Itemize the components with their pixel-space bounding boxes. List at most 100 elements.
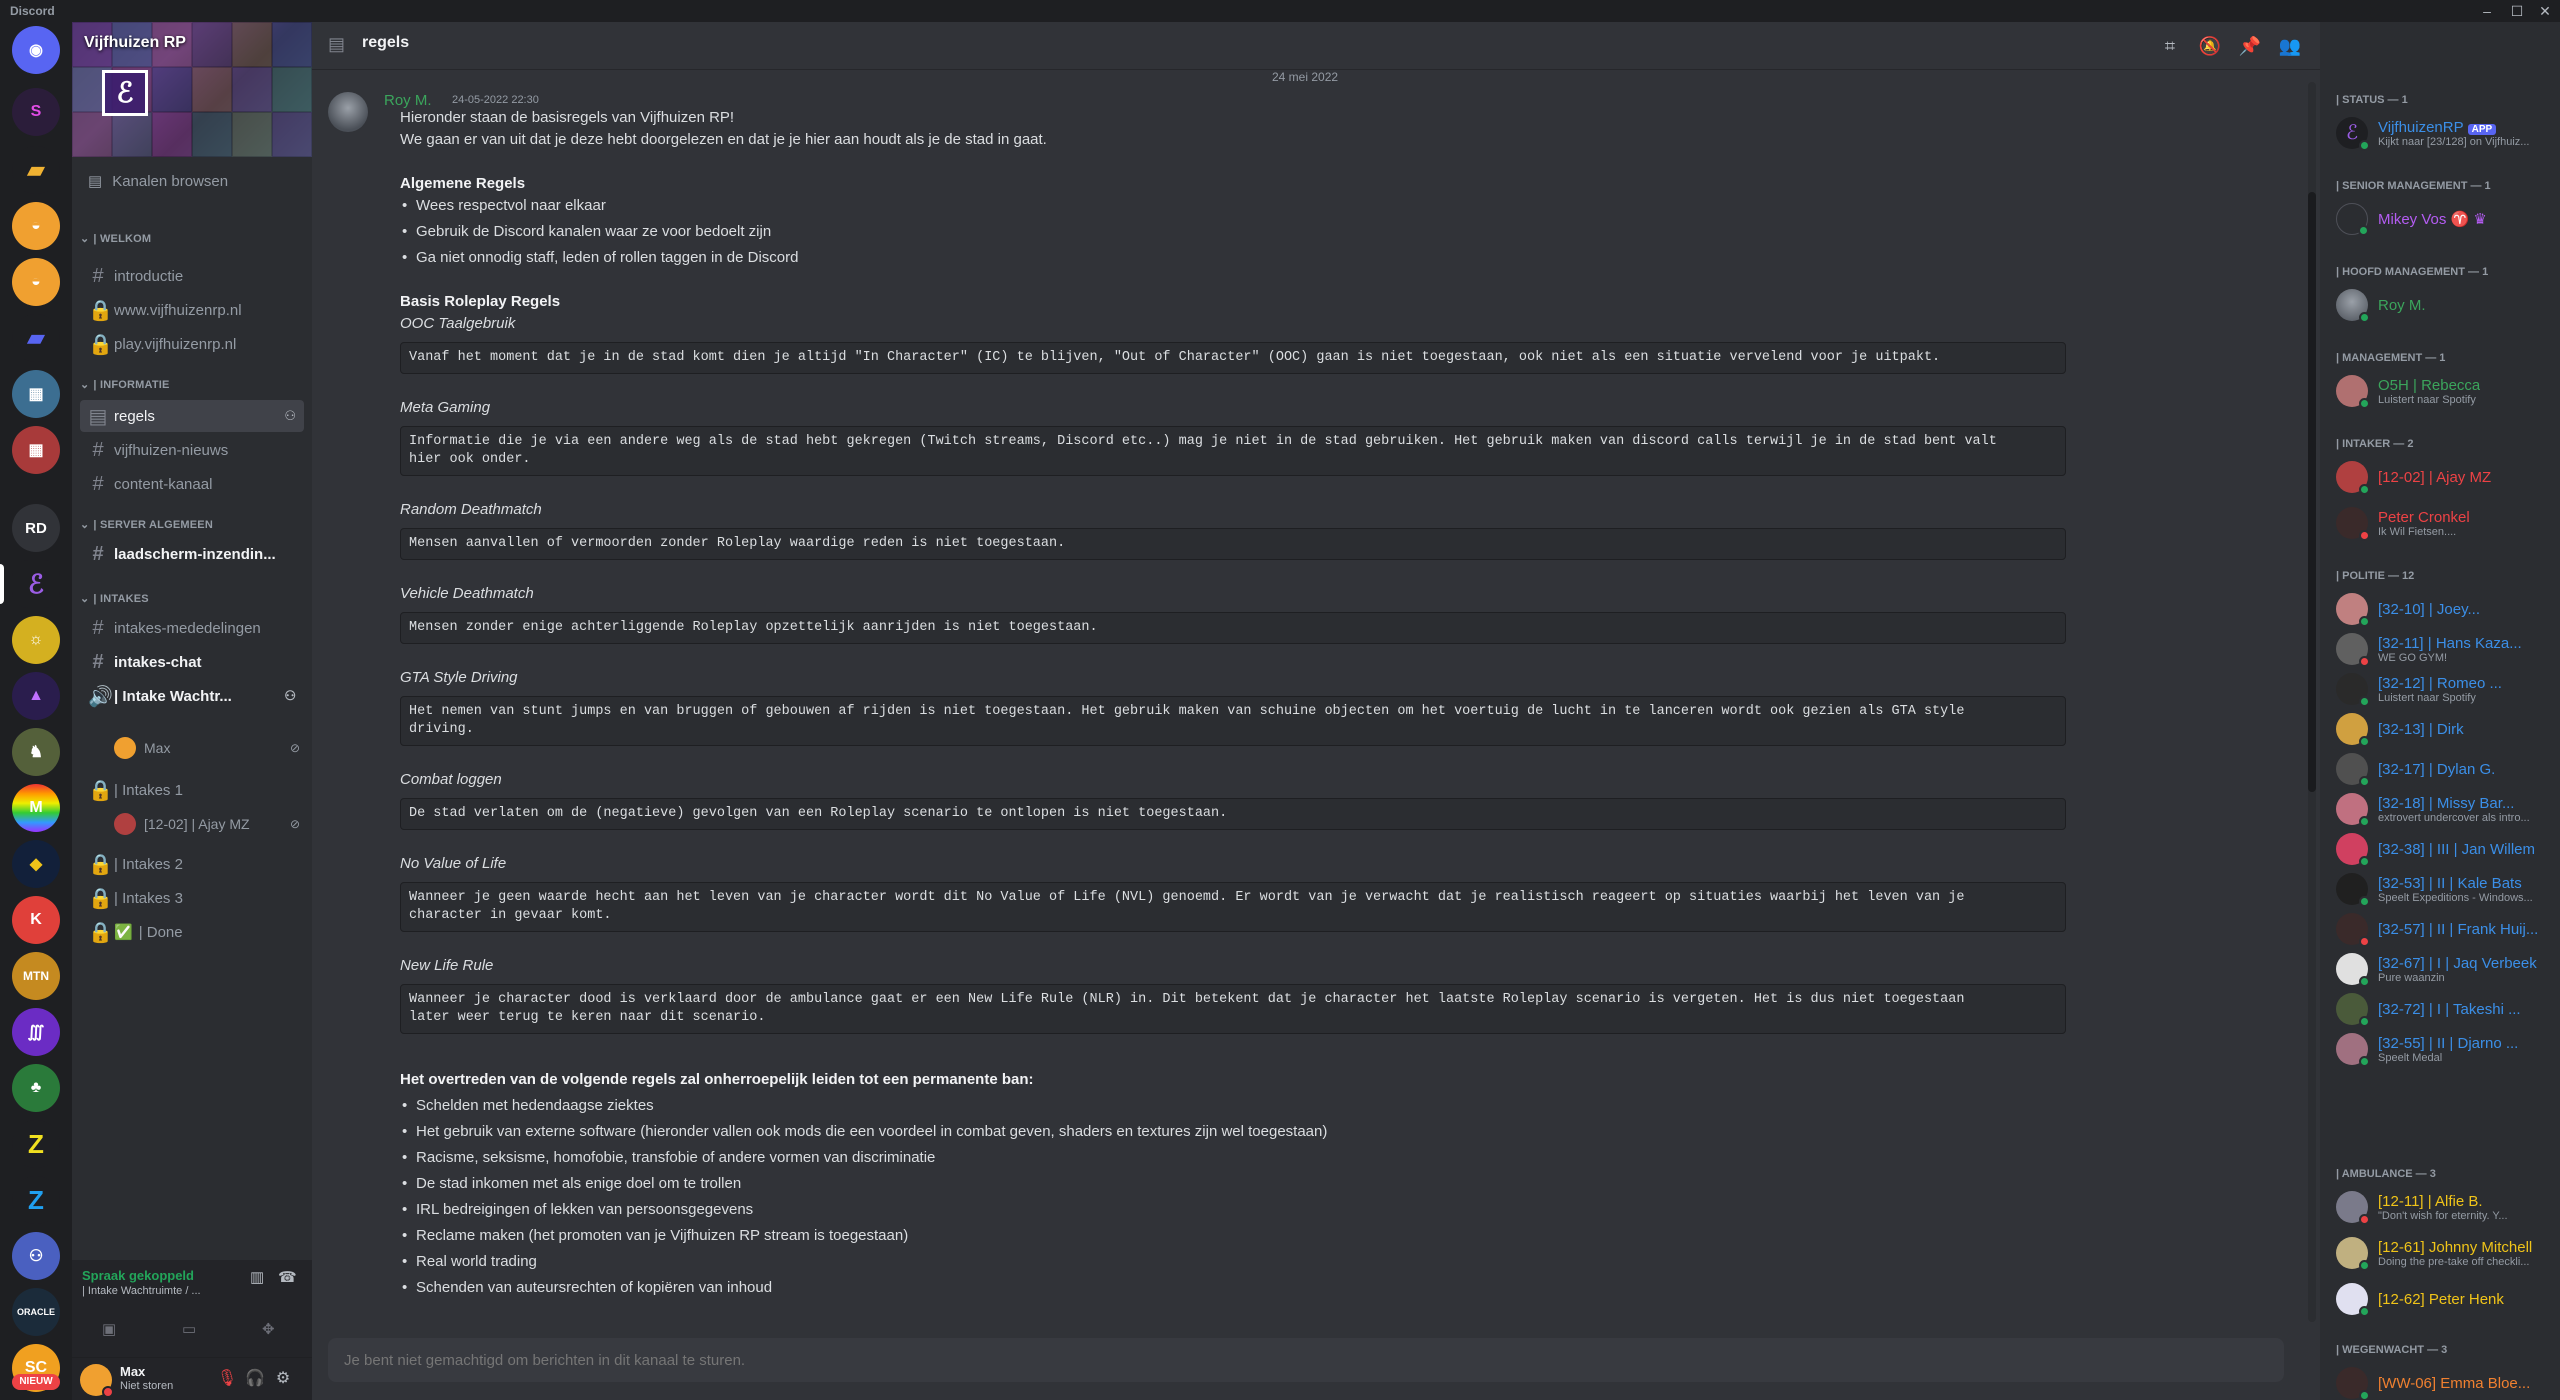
screen-share-icon[interactable]: ▭ [182,1320,196,1338]
server-icon[interactable]: ∭ [12,1008,60,1056]
server-icon[interactable]: MTN [12,952,60,1000]
minimize-icon[interactable]: – [2472,0,2502,22]
member-item[interactable]: [32-55] | II | Djarno ... Speelt Medal [2328,1028,2556,1070]
server-icon[interactable]: Z [12,1176,60,1224]
server-icon[interactable]: Z [12,1120,60,1168]
maximize-icon[interactable]: ☐ [2502,0,2532,22]
member-item[interactable]: ℰ VijfhuizenRP APP Kijkt naar [23/128] on … [2328,112,2556,154]
voice-channel-done[interactable]: 🔒 ✅ | Done [80,916,304,948]
member-item[interactable]: [32-11] | Hans Kaza... WE GO GYM! [2328,628,2556,670]
server-icon[interactable]: RD [12,504,60,552]
voice-channel-intakes-1[interactable]: 🔒 | Intakes 1 [80,774,304,806]
category-informatie[interactable]: ⌄ | INFORMATIE [80,378,170,392]
server-icon[interactable]: ▲ [12,672,60,720]
add-member-icon[interactable]: ⚇ [284,688,296,704]
add-member-icon[interactable]: ⚇ [284,408,296,424]
member-item[interactable]: [12-61] Johnny Mitchell Doing the pre-tak… [2328,1232,2556,1274]
voice-user-max[interactable]: Max ⊘ [114,734,304,762]
channel-sidebar: Vijfhuizen RP ℰ ▤ Kanalen browsen ⌄ | WEL… [72,22,312,1400]
voice-channel-intakes-2[interactable]: 🔒 | Intakes 2 [80,848,304,880]
message-author[interactable]: Roy M. [384,92,432,109]
check-icon: ✅ [114,924,133,941]
voice-channel-label[interactable]: | Intake Wachtruimte / ... [82,1285,201,1297]
server-icon[interactable]: ▦ [12,370,60,418]
member-item[interactable]: [32-12] | Romeo ... Luistert naar Spotify [2328,668,2556,710]
voice-channel-intakes-3[interactable]: 🔒 | Intakes 3 [80,882,304,914]
channel-play[interactable]: 🔒 play.vijfhuizenrp.nl [80,328,304,360]
voice-connection-panel: Spraak gekoppeld | Intake Wachtruimte / … [72,1260,312,1358]
camera-off-icon[interactable]: ▣ [102,1320,116,1338]
member-item[interactable]: Peter Cronkel Ik Wil Fietsen.... [2328,502,2556,544]
folder-icon[interactable]: ▰ [12,146,60,194]
member-item[interactable]: Roy M. [2328,284,2556,326]
server-icon[interactable]: ▦ [12,426,60,474]
headphones-icon[interactable]: 🎧 [244,1368,266,1390]
disconnect-icon[interactable]: ☎ [278,1268,297,1286]
member-item[interactable]: [32-17] | Dylan G. [2328,748,2556,790]
channel-nieuws[interactable]: # vijfhuizen-nieuws [80,434,304,466]
member-item[interactable]: [WW-06] Emma Bloe... [2328,1362,2556,1400]
browse-channels-button[interactable]: ▤ Kanalen browsen [88,172,228,191]
channel-intakes-mededelingen[interactable]: # intakes-mededelingen [80,612,304,644]
avatar [2336,1237,2370,1271]
scrollbar[interactable] [2308,82,2316,1322]
notifications-muted-icon[interactable]: 🔕 [2198,34,2222,58]
server-icon[interactable]: K [12,896,60,944]
code-block: Mensen aanvallen of vermoorden zonder Ro… [400,528,2066,560]
member-item[interactable]: O5H | Rebecca Luistert naar Spotify [2328,370,2556,412]
member-item[interactable]: [32-72] | I | Takeshi ... [2328,988,2556,1030]
server-icon[interactable]: ◒ [12,202,60,250]
pin-icon[interactable]: 📌 [2238,34,2262,58]
server-icon[interactable]: ☼ [12,616,60,664]
member-item[interactable]: [32-18] | Missy Bar... extrovert undercov… [2328,788,2556,830]
microphone-muted-icon[interactable]: 🎙 [216,1368,238,1390]
server-icon[interactable]: ♣ [12,1064,60,1112]
member-item[interactable]: [12-02] | Ajay MZ [2328,456,2556,498]
category-welkom[interactable]: ⌄ | WELKOM [80,232,151,246]
member-item[interactable]: [12-11] | Alfie B. "Don't wish for eterni… [2328,1186,2556,1228]
member-item[interactable]: [32-38] | III | Jan Willem [2328,828,2556,870]
channel-intakes-chat[interactable]: # intakes-chat [80,646,304,678]
member-list-icon[interactable]: 👥 [2278,34,2302,58]
member-item[interactable]: [32-57] | II | Frank Huij... [2328,908,2556,950]
channel-laadscherm[interactable]: # laadscherm-inzendin... [80,538,304,570]
member-item[interactable]: [12-62] Peter Henk [2328,1278,2556,1320]
username: Max [120,1364,146,1379]
server-banner[interactable]: Vijfhuizen RP ℰ [72,22,312,157]
channel-website[interactable]: 🔒 www.vijfhuizenrp.nl [80,294,304,326]
vijfhuizen-server-icon[interactable]: ℰ [12,560,60,608]
member-item[interactable]: [32-10] | Joey... [2328,588,2556,630]
channel-content[interactable]: # content-kanaal [80,468,304,500]
voice-channel-wachtruimte[interactable]: 🔊 | Intake Wachtr... ⚇ [80,680,304,712]
channel-introductie[interactable]: # introductie [80,260,304,292]
category-intakes[interactable]: ⌄ | INTAKES [80,592,149,606]
server-icon[interactable]: ◆ [12,840,60,888]
activities-icon[interactable]: ✥ [262,1320,275,1338]
server-icon[interactable]: ◒ [12,258,60,306]
member-item[interactable]: [32-13] | Dirk [2328,708,2556,750]
scrollbar-thumb[interactable] [2308,192,2316,792]
server-icon[interactable]: M [12,784,60,832]
voice-connected-label: Spraak gekoppeld [82,1268,194,1283]
member-item[interactable]: [32-67] | I | Jaq Verbeek Pure waanzin [2328,948,2556,990]
voice-user-ajay[interactable]: [12-02] | Ajay MZ ⊘ [114,810,304,838]
server-icon[interactable]: S [12,88,60,136]
server-icon[interactable]: ⚇ [12,1232,60,1280]
home-icon[interactable]: ◉ [12,26,60,74]
avatar [2336,1367,2370,1400]
channel-regels[interactable]: ▤ regels ⚇ [80,400,304,432]
member-item[interactable]: [32-53] | II | Kale Bats Speelt Expeditio… [2328,868,2556,910]
author-avatar[interactable] [328,92,368,132]
folder-icon[interactable]: ▰ [12,314,60,362]
chat-area: ▤ regels ⌗ 🔕 📌 👥 24 mei 2022 Roy M. 24-0… [312,22,2320,1400]
settings-gear-icon[interactable]: ⚙ [272,1368,294,1390]
member-item[interactable]: Mikey Vos ♈ ♛ [2328,198,2556,240]
threads-icon[interactable]: ⌗ [2158,34,2182,58]
signal-icon[interactable]: ▥ [250,1268,264,1286]
server-icon[interactable]: ♞ [12,728,60,776]
category-server-algemeen[interactable]: ⌄ | SERVER ALGEMEEN [80,518,213,532]
close-icon[interactable]: ✕ [2530,0,2560,22]
list-item: Gebruik de Discord kanalen waar ze voor … [400,222,771,242]
rules-icon: ▤ [88,405,108,428]
server-icon[interactable]: ORACLE [12,1288,60,1336]
